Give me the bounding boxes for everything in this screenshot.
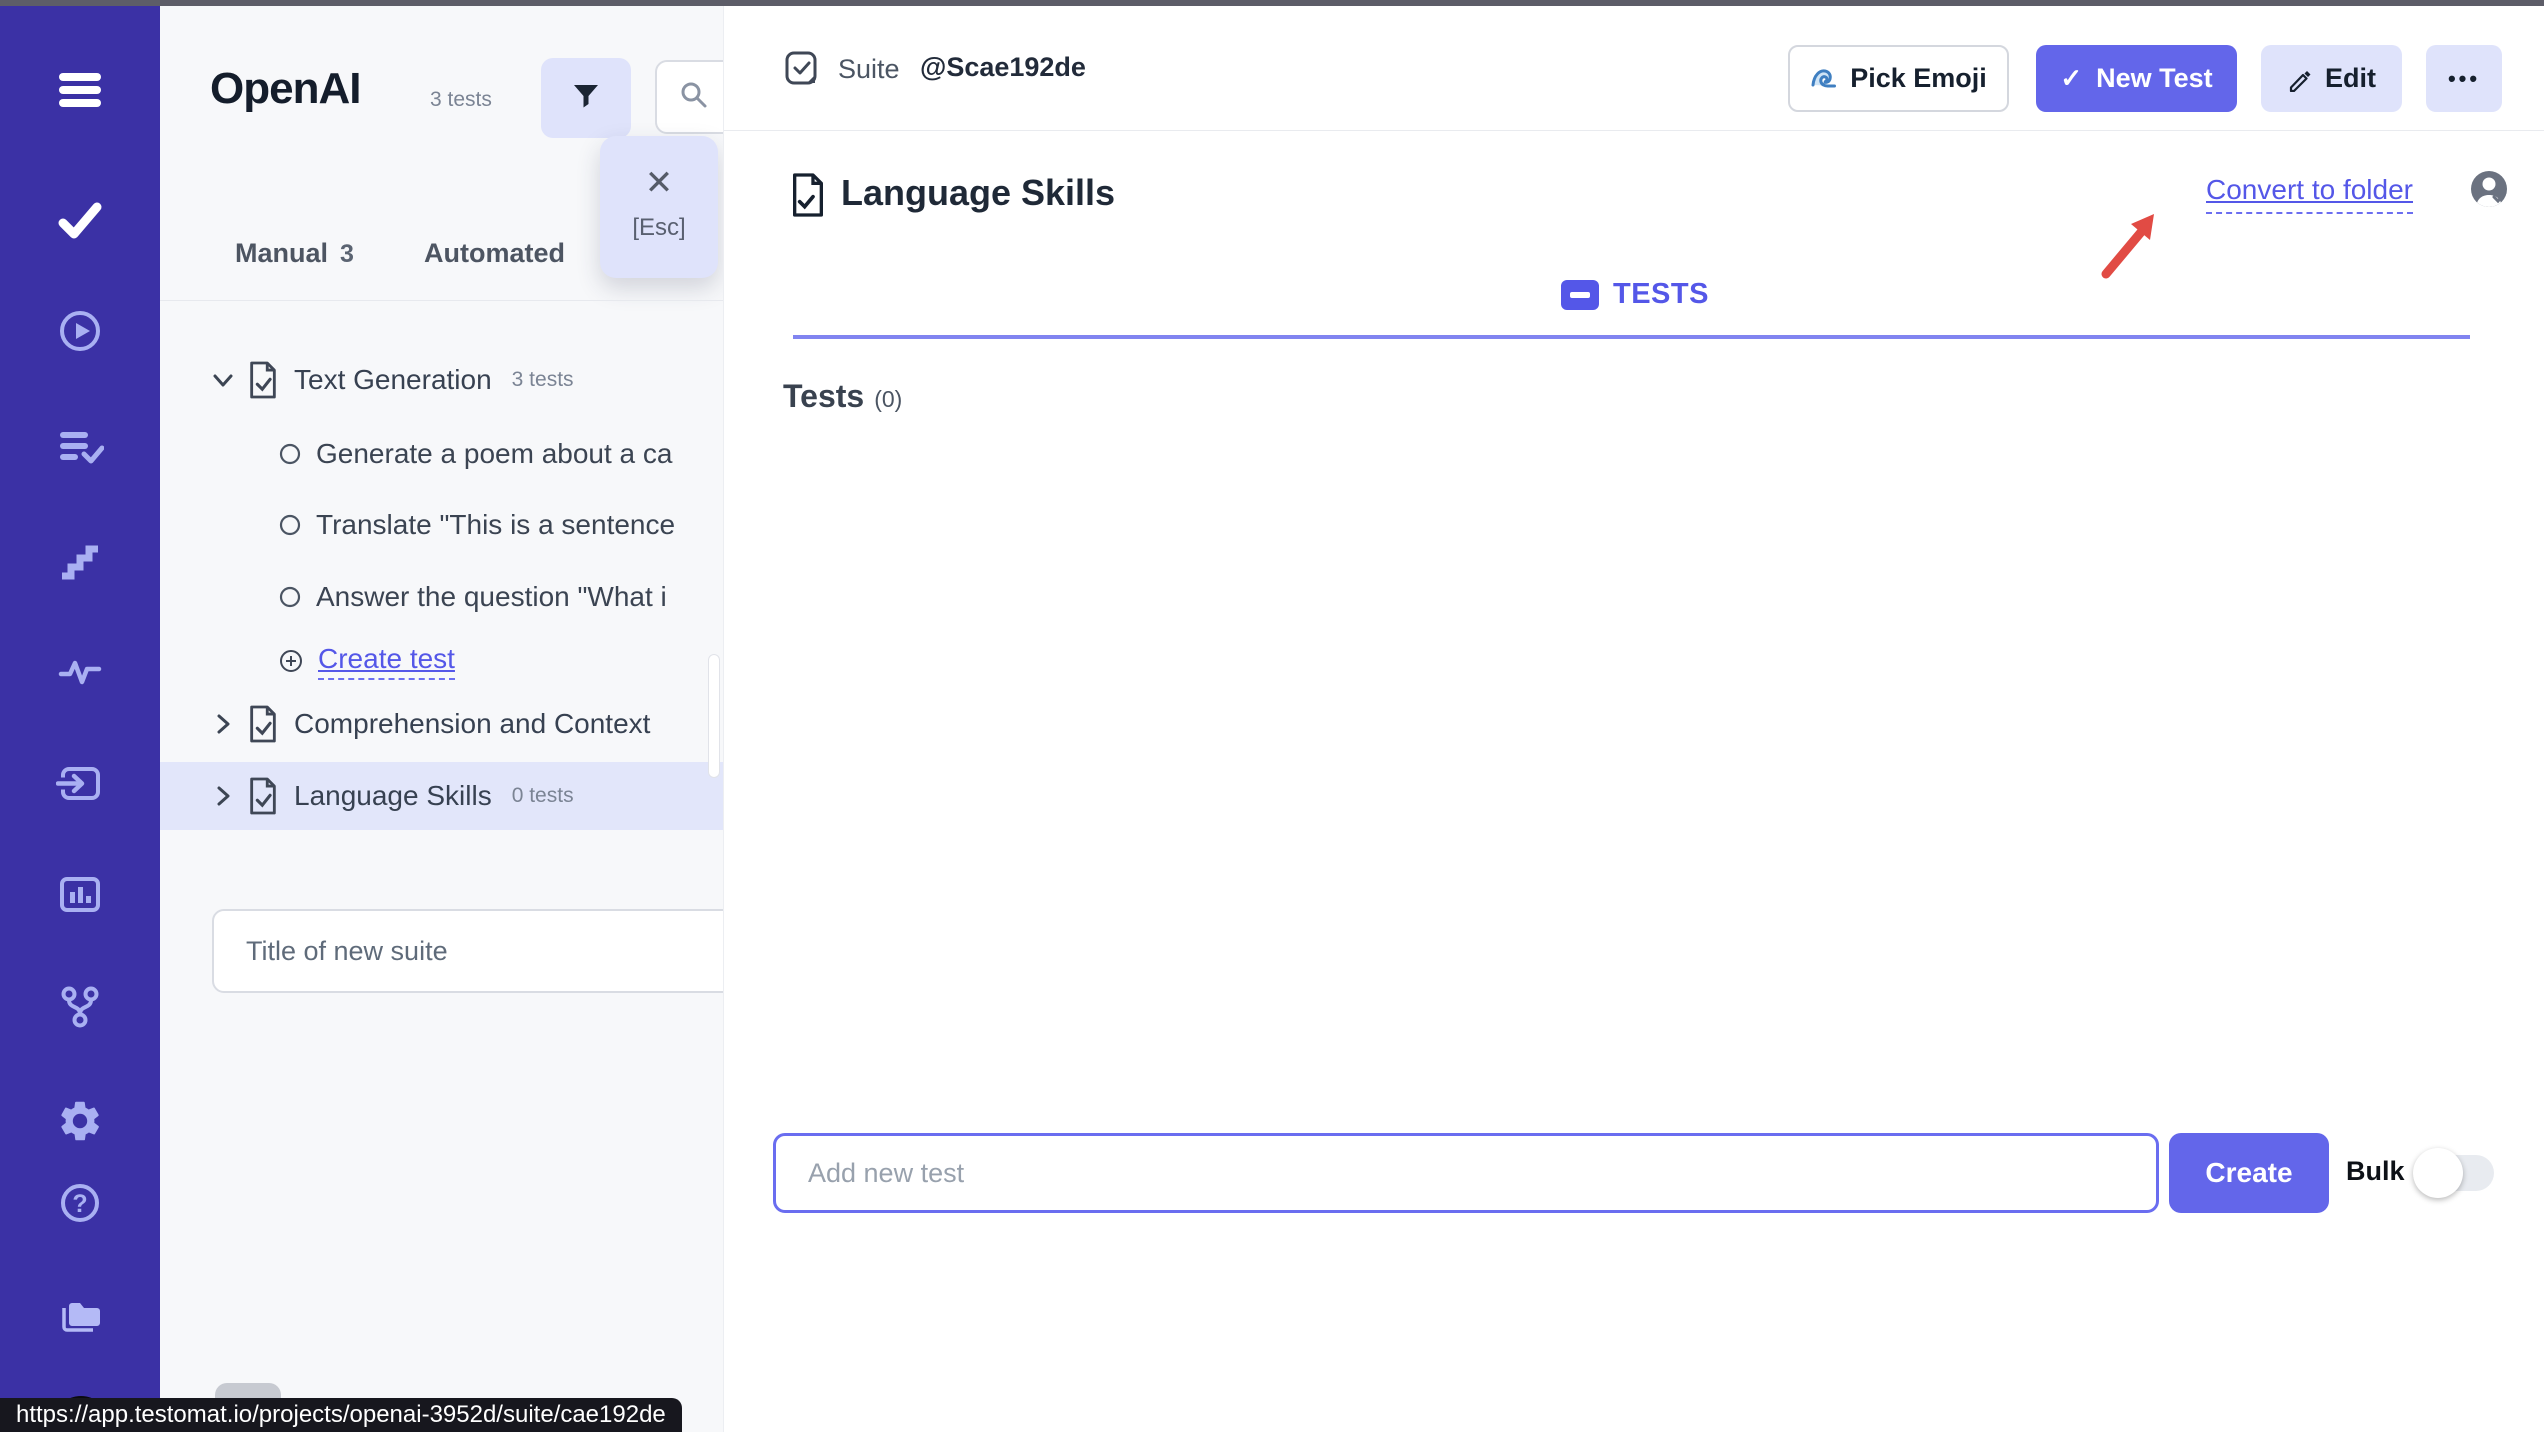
- doc-check-icon: [246, 360, 280, 400]
- suite-name: Language Skills: [294, 780, 492, 812]
- bulk-label: Bulk: [2346, 1156, 2405, 1187]
- more-actions-button[interactable]: •••: [2426, 45, 2502, 112]
- circle-bullet-icon: [278, 585, 302, 609]
- suite-count: 0 tests: [512, 784, 574, 808]
- create-test-link[interactable]: Create test: [318, 643, 455, 680]
- page-title: Language Skills: [841, 172, 1115, 214]
- suites-tree-panel: OpenAI 3 tests ✕ [Esc] Manual3 Automated: [160, 6, 723, 1432]
- suite-check-icon: [784, 50, 820, 93]
- tree-test-item[interactable]: Answer the question "What i: [160, 564, 723, 630]
- convert-to-folder-link[interactable]: Convert to folder: [2206, 174, 2413, 214]
- tree-suite-text-generation[interactable]: Text Generation 3 tests: [160, 347, 723, 413]
- tree-create-test-row: Create test: [160, 628, 723, 694]
- pulse-icon[interactable]: [56, 647, 104, 695]
- search-icon: [679, 80, 709, 115]
- pick-emoji-button[interactable]: Pick Emoji: [1788, 45, 2009, 112]
- assignee-avatar-icon[interactable]: [2469, 169, 2509, 214]
- tree-suite-comprehension[interactable]: Comprehension and Context: [160, 691, 723, 757]
- edit-button[interactable]: Edit: [2261, 45, 2402, 112]
- project-name[interactable]: OpenAI: [210, 64, 360, 114]
- steps-icon[interactable]: [56, 536, 104, 584]
- chevron-right-icon[interactable]: [210, 711, 236, 737]
- close-icon[interactable]: ✕: [600, 166, 718, 200]
- tests-card-icon: [1561, 280, 1599, 310]
- play-circle-icon[interactable]: [56, 307, 104, 355]
- add-new-test-input[interactable]: [773, 1133, 2159, 1213]
- circle-bullet-icon: [278, 513, 302, 537]
- tab-tests[interactable]: TESTS: [1561, 278, 1709, 311]
- doc-check-icon: [246, 776, 280, 816]
- breadcrumb-type: Suite: [838, 54, 900, 85]
- status-url-tooltip: https://app.testomat.io/projects/openai-…: [0, 1398, 682, 1432]
- ellipsis-icon: •••: [2448, 66, 2480, 92]
- tab-automated[interactable]: Automated: [424, 238, 565, 269]
- chevron-right-icon[interactable]: [210, 783, 236, 809]
- toggle-knob[interactable]: [2413, 1148, 2463, 1198]
- help-icon[interactable]: ?: [56, 1179, 104, 1227]
- tests-count: (0): [874, 386, 902, 412]
- wave-emoji-icon: [1810, 65, 1838, 93]
- check-icon[interactable]: [56, 196, 104, 244]
- red-arrow-annotation: [2094, 202, 2184, 291]
- new-suite-title-input[interactable]: [212, 909, 723, 993]
- bulk-toggle[interactable]: [2418, 1155, 2494, 1191]
- tests-section-heading: Tests(0): [783, 378, 902, 415]
- icon-rail: ?: [0, 6, 160, 1432]
- project-tests-count: 3 tests: [430, 88, 492, 112]
- folder-icon[interactable]: [56, 1290, 104, 1338]
- create-button[interactable]: Create: [2169, 1133, 2329, 1213]
- list-check-icon[interactable]: [56, 422, 104, 470]
- pencil-icon: [2287, 66, 2313, 92]
- app-root: ? OpenAI 3 tests ✕ [Esc] Manual3 Autom: [0, 0, 2544, 1432]
- suite-name: Text Generation: [294, 364, 492, 396]
- suite-count: 3 tests: [512, 368, 574, 392]
- filter-funnel-icon: [571, 81, 601, 116]
- check-icon: ✓: [2060, 63, 2082, 94]
- doc-check-icon: [246, 704, 280, 744]
- suite-name: Comprehension and Context: [294, 708, 650, 740]
- import-icon[interactable]: [56, 759, 104, 807]
- chevron-down-icon[interactable]: [210, 367, 236, 393]
- suite-header: Suite @Scae192de Pick Emoji ✓ New Test E…: [724, 6, 2544, 131]
- doc-check-icon: [788, 171, 828, 224]
- tree-test-item[interactable]: Translate "This is a sentence: [160, 492, 723, 558]
- svg-text:?: ?: [72, 1190, 87, 1218]
- tree-suite-language-skills[interactable]: Language Skills 0 tests: [160, 762, 723, 830]
- main-content: Suite @Scae192de Pick Emoji ✓ New Test E…: [723, 6, 2544, 1432]
- plus-circle-icon[interactable]: [278, 648, 304, 674]
- branch-icon[interactable]: [56, 983, 104, 1031]
- circle-bullet-icon: [278, 442, 302, 466]
- tree-scrollbar-thumb[interactable]: [709, 655, 719, 777]
- tab-underline: [793, 335, 2470, 339]
- manual-count: 3: [340, 240, 354, 268]
- analytics-chart-icon[interactable]: [56, 870, 104, 918]
- hamburger-menu-icon[interactable]: [56, 66, 104, 114]
- tree-test-item[interactable]: Generate a poem about a ca: [160, 421, 723, 487]
- tab-manual[interactable]: Manual3: [235, 238, 354, 269]
- settings-gear-icon[interactable]: [56, 1097, 104, 1145]
- new-test-button[interactable]: ✓ New Test: [2036, 45, 2237, 112]
- filter-button[interactable]: [541, 58, 631, 138]
- breadcrumb-suite-id: @Scae192de: [920, 52, 1086, 83]
- search-input[interactable]: [655, 60, 723, 134]
- tree-tabs: Manual3 Automated: [160, 216, 723, 301]
